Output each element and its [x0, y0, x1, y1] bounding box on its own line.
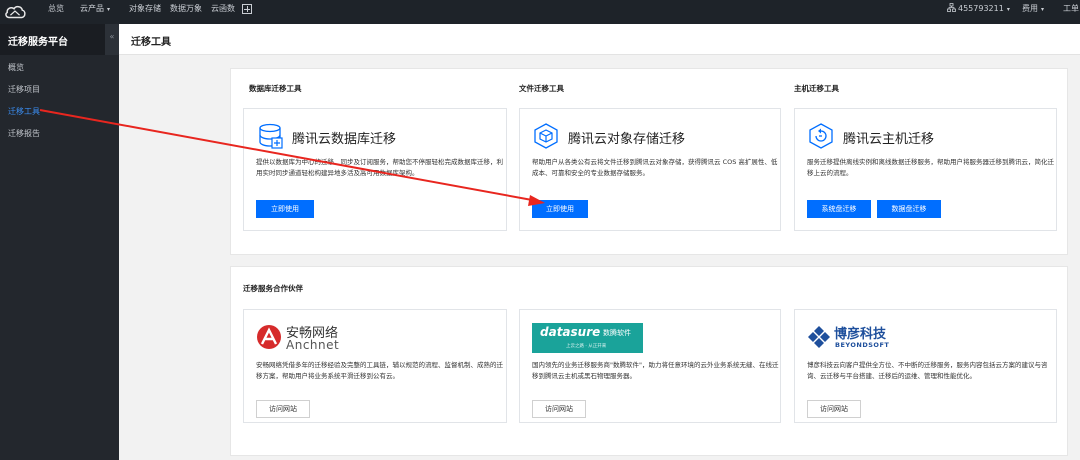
datasure-card: datasure 数腾软件 上云之路 · 从正开来 国内领先的业务迁移服务商"数… — [519, 309, 781, 423]
nav-cloud-functions[interactable]: 云函数 — [211, 0, 235, 24]
section-title-db: 数据库迁移工具 — [249, 84, 302, 93]
host-migration-desc: 服务迁移提供离线实例和离线数据迁移服务，帮助用户将服务器迁移到腾讯云，简化迁移上… — [807, 158, 1054, 177]
database-icon — [259, 123, 283, 149]
sidebar-title: 迁移服务平台 — [8, 37, 68, 48]
nav-object-storage[interactable]: 对象存储 — [129, 0, 161, 24]
sidebar-item-tools[interactable]: 迁移工具 — [8, 106, 40, 117]
db-migration-card: 腾讯云数据库迁移 提供以数据库为中心的迁移、同步及订阅服务，帮助您不停服轻松完成… — [243, 108, 507, 231]
cloud-logo-icon[interactable] — [4, 3, 26, 21]
beyondsoft-desc: 博彦科技云向客户提供全方位、不中断的迁移服务，服务内容包括云方案的建议与咨询、云… — [807, 361, 1048, 380]
system-disk-migration-button[interactable]: 系统盘迁移 — [807, 200, 871, 218]
beyondsoft-logo: 博彦科技 BEYONDSOFT — [807, 323, 917, 353]
tools-section: 数据库迁移工具 文件迁移工具 主机迁移工具 腾讯云数据库迁移 提供以数据库为中心… — [230, 68, 1068, 255]
org-user-icon — [947, 3, 956, 12]
ticket-menu[interactable]: 工单 — [1063, 0, 1079, 24]
section-title-partners: 迁移服务合作伙伴 — [243, 284, 303, 293]
nav-cloud-products-label: 云产品 — [80, 4, 104, 13]
host-migration-title: 腾讯云主机迁移 — [843, 132, 935, 147]
anchnet-logo: 安畅网络 Anchnet — [256, 323, 396, 353]
sidebar-collapse-button[interactable]: « — [105, 24, 119, 55]
datasure-logo-cn: 数腾软件 — [603, 329, 631, 337]
page-title: 迁移工具 — [131, 37, 171, 48]
datasure-logo-sub: 上云之路 · 从正开来 — [566, 344, 607, 349]
beyondsoft-logo-icon — [808, 326, 830, 348]
nav-overview[interactable]: 总览 — [48, 0, 64, 24]
object-storage-icon — [534, 123, 558, 149]
data-disk-migration-button[interactable]: 数据盘迁移 — [877, 200, 941, 218]
anchnet-logo-icon — [257, 325, 281, 349]
beyondsoft-logo-cn: 博彦科技 — [834, 327, 887, 342]
anchnet-visit-button[interactable]: 访问网站 — [256, 400, 310, 418]
sidebar-item-projects[interactable]: 迁移项目 — [8, 84, 40, 95]
datasure-visit-button[interactable]: 访问网站 — [532, 400, 586, 418]
host-migration-card: 腾讯云主机迁移 服务迁移提供离线实例和离线数据迁移服务，帮助用户将服务器迁移到腾… — [794, 108, 1057, 231]
db-migration-desc: 提供以数据库为中心的迁移、同步及订阅服务，帮助您不停服轻松完成数据库迁移，利用实… — [256, 158, 503, 177]
sidebar-item-overview[interactable]: 概览 — [8, 62, 24, 73]
chevron-down-icon: ▾ — [107, 6, 111, 13]
beyondsoft-logo-en: BEYONDSOFT — [835, 341, 890, 349]
datasure-logo-text: datasure — [540, 325, 601, 339]
cos-migration-title: 腾讯云对象存储迁移 — [568, 132, 686, 147]
sidebar: 迁移服务平台 « 概览 迁移项目 迁移工具 迁移报告 — [0, 24, 119, 460]
add-shortcut-icon[interactable] — [242, 4, 252, 14]
anchnet-logo-en: Anchnet — [286, 338, 340, 352]
datasure-desc: 国内领先的业务迁移服务商"数腾软件"，助力将任意环境的云外业务系统无缝、在线迁移… — [532, 361, 779, 380]
billing-menu[interactable]: 费用 ▾ — [1022, 0, 1044, 24]
cos-migration-card: 腾讯云对象存储迁移 帮助用户从各类公有云将文件迁移到腾讯云对象存储，获得腾讯云 … — [519, 108, 781, 231]
db-migration-title: 腾讯云数据库迁移 — [292, 132, 397, 147]
anchnet-card: 安畅网络 Anchnet 安畅网络凭借多年的迁移经验及完整的工具链，辅以规范的流… — [243, 309, 507, 423]
db-use-now-button[interactable]: 立即使用 — [256, 200, 314, 218]
datasure-logo: datasure 数腾软件 上云之路 · 从正开来 — [532, 323, 643, 353]
chevron-down-icon: ▾ — [1006, 6, 1010, 13]
nav-cloud-products[interactable]: 云产品 ▾ — [80, 0, 110, 24]
cos-migration-desc: 帮助用户从各类公有云将文件迁移到腾讯云对象存储，获得腾讯云 COS 高扩展性、低… — [532, 158, 778, 177]
section-title-host: 主机迁移工具 — [794, 84, 839, 93]
host-migration-icon — [809, 123, 833, 149]
billing-label: 费用 — [1022, 4, 1038, 13]
cos-use-now-button[interactable]: 立即使用 — [532, 200, 588, 218]
section-title-file: 文件迁移工具 — [519, 84, 564, 93]
anchnet-desc: 安畅网络凭借多年的迁移经验及完整的工具链，辅以规范的流程、监督机制、成熟的迁移方… — [256, 361, 503, 380]
page-header: 迁移工具 — [119, 24, 1080, 55]
sidebar-item-reports[interactable]: 迁移报告 — [8, 128, 40, 139]
sidebar-header: 迁移服务平台 « — [0, 24, 119, 55]
top-navigation-bar: 总览 云产品 ▾ 对象存储 数据万象 云函数 455793211 ▾ 费用 ▾ 工单 — [0, 0, 1080, 24]
nav-data-wanxiang[interactable]: 数据万象 — [170, 0, 202, 24]
partners-section: 迁移服务合作伙伴 安畅网络 Anchnet 安畅网络凭借多年的迁移经验及完整的工… — [230, 266, 1068, 456]
beyondsoft-visit-button[interactable]: 访问网站 — [807, 400, 861, 418]
chevron-down-icon: ▾ — [1041, 6, 1045, 13]
account-menu[interactable]: 455793211 ▾ — [947, 0, 1010, 24]
account-id: 455793211 — [958, 4, 1004, 13]
beyondsoft-card: 博彦科技 BEYONDSOFT 博彦科技云向客户提供全方位、不中断的迁移服务，服… — [794, 309, 1057, 423]
